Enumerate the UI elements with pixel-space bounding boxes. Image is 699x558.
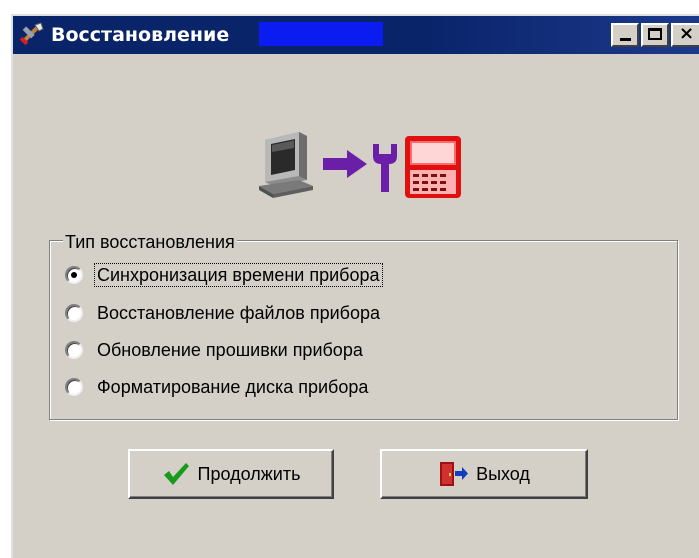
- radio-button[interactable]: [65, 341, 83, 359]
- restore-illustration: [255, 122, 465, 202]
- radio-option-restore-files[interactable]: Восстановление файлов прибора: [65, 298, 382, 328]
- exit-button[interactable]: Выход: [380, 449, 588, 499]
- close-icon: ×: [679, 23, 695, 44]
- tools-icon: [19, 21, 45, 47]
- close-button[interactable]: ×: [671, 23, 699, 47]
- checkmark-icon: [163, 463, 189, 485]
- window-title: Восстановление: [51, 24, 230, 46]
- radio-label[interactable]: Восстановление файлов прибора: [95, 302, 382, 324]
- arrow-right-icon: [323, 150, 367, 178]
- radio-option-format-disk[interactable]: Форматирование диска прибора: [65, 372, 370, 402]
- continue-button-label: Продолжить: [197, 464, 301, 484]
- computer-icon: [259, 132, 313, 198]
- device-icon: [405, 136, 461, 198]
- restore-type-legend: Тип восстановления: [63, 232, 237, 252]
- maximize-icon: [648, 28, 662, 40]
- exit-door-icon: [440, 462, 469, 486]
- minimize-icon: [620, 38, 631, 41]
- radio-button[interactable]: [65, 266, 83, 284]
- title-redacted-block: [259, 22, 383, 46]
- radio-label[interactable]: Синхронизация времени прибора: [94, 263, 383, 287]
- radio-label[interactable]: Обновление прошивки прибора: [95, 339, 365, 361]
- radio-option-update-firmware[interactable]: Обновление прошивки прибора: [65, 335, 365, 365]
- wrench-icon: [373, 144, 397, 192]
- radio-button[interactable]: [65, 304, 83, 322]
- title-bar[interactable]: Восстановление ×: [13, 16, 699, 54]
- continue-button[interactable]: Продолжить: [128, 449, 334, 499]
- maximize-button[interactable]: [641, 23, 669, 47]
- minimize-button[interactable]: [611, 23, 639, 47]
- radio-label[interactable]: Форматирование диска прибора: [95, 376, 370, 398]
- exit-button-label: Выход: [476, 464, 530, 484]
- radio-selected-dot: [71, 272, 77, 278]
- restore-dialog: Восстановление × Тип восстановления Синх…: [11, 14, 699, 558]
- radio-option-sync-time[interactable]: Синхронизация времени прибора: [65, 260, 383, 290]
- radio-button[interactable]: [65, 378, 83, 396]
